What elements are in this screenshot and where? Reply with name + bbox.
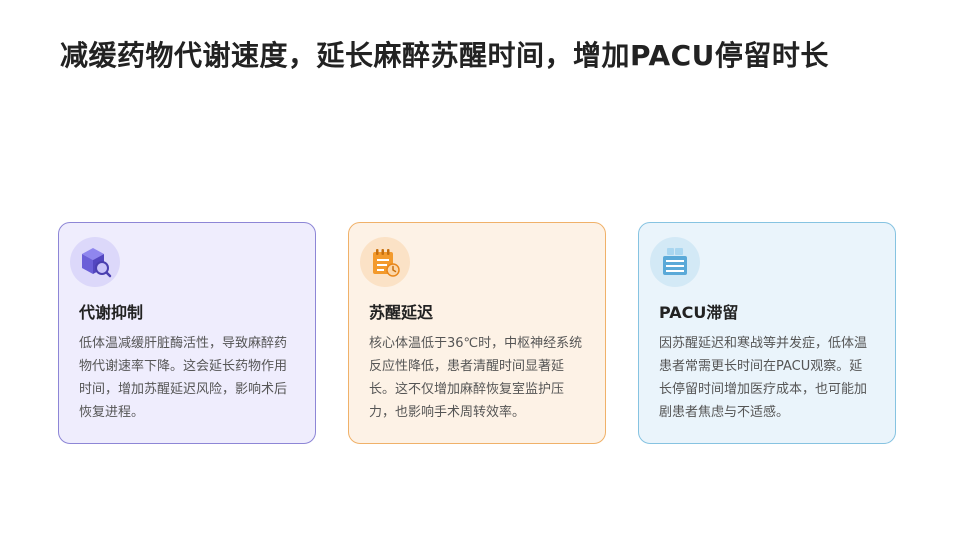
cube-search-icon — [70, 237, 120, 287]
card-title: PACU滞留 — [659, 303, 739, 322]
card-delayed-emergence: 苏醒延迟 核心体温低于36℃时，中枢神经系统反应性降低，患者清醒时间显著延长。这… — [348, 222, 606, 444]
card-row: 代谢抑制 低体温减缓肝脏酶活性，导致麻醉药物代谢速率下降。这会延长药物作用时间，… — [58, 222, 896, 444]
card-description: 低体温减缓肝脏酶活性，导致麻醉药物代谢速率下降。这会延长药物作用时间，增加苏醒延… — [79, 336, 288, 420]
page-title: 减缓药物代谢速度，延长麻醉苏醒时间，增加PACU停留时长 — [60, 39, 829, 72]
card-description: 因苏醒延迟和寒战等并发症，低体温患者常需更长时间在PACU观察。延长停留时间增加… — [659, 336, 868, 420]
card-title: 代谢抑制 — [79, 303, 144, 322]
card-metabolic-inhibition: 代谢抑制 低体温减缓肝脏酶活性，导致麻醉药物代谢速率下降。这会延长药物作用时间，… — [58, 222, 316, 444]
notepad-clock-icon — [360, 237, 410, 287]
monitor-stack-icon — [650, 237, 700, 287]
card-description: 核心体温低于36℃时，中枢神经系统反应性降低，患者清醒时间显著延长。这不仅增加麻… — [369, 336, 583, 420]
card-pacu-stay: PACU滞留 因苏醒延迟和寒战等并发症，低体温患者常需更长时间在PACU观察。延… — [638, 222, 896, 444]
card-title: 苏醒延迟 — [369, 303, 434, 322]
